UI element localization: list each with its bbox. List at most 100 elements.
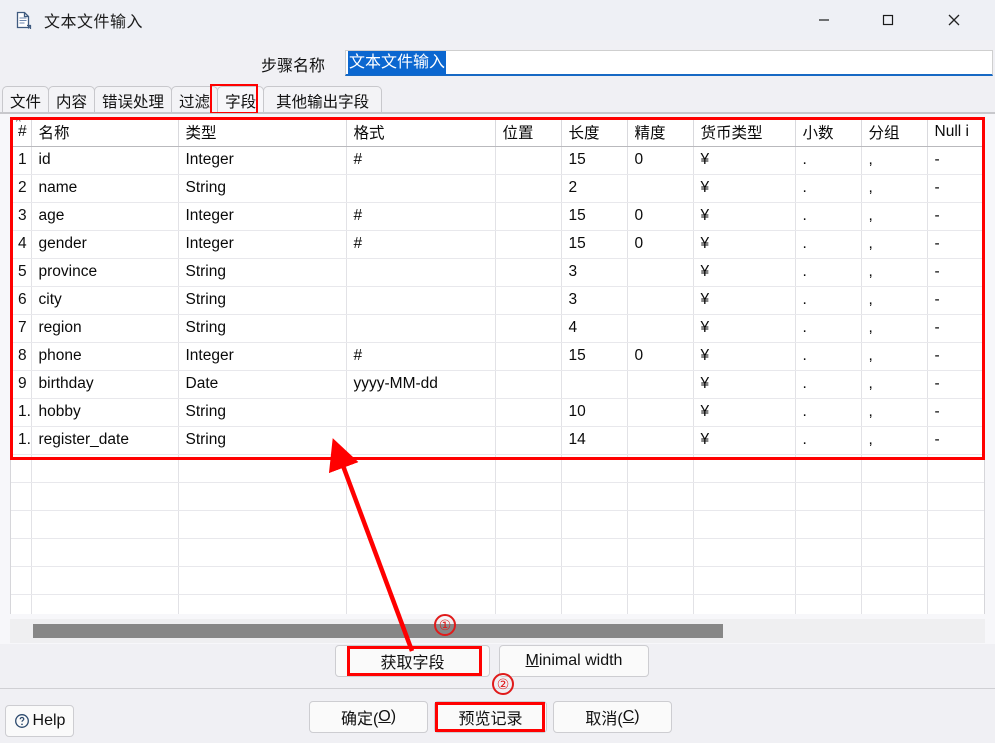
fields-table-container[interactable]: ^ # 名称 类型 格式 位置 长度 精度 货币类型 小数 分组 Null i <box>10 119 985 614</box>
field-null-if-empty[interactable] <box>927 566 984 595</box>
tab-filter[interactable]: 过滤 <box>171 86 219 114</box>
column-header-name[interactable]: 名称 <box>31 119 179 147</box>
field-length[interactable]: 15 <box>561 146 628 175</box>
field-position[interactable] <box>495 146 562 175</box>
field-format[interactable] <box>346 258 496 287</box>
field-group[interactable]: , <box>861 314 928 343</box>
field-format[interactable]: # <box>346 342 496 371</box>
field-format[interactable] <box>346 398 496 427</box>
field-type[interactable]: Integer <box>178 230 347 259</box>
field-decimal[interactable]: . <box>795 314 862 343</box>
table-row[interactable]: 1. register_date String 14 ¥., - <box>11 426 984 455</box>
field-currency-empty[interactable] <box>693 482 796 511</box>
row-index[interactable]: 8 <box>11 342 32 371</box>
column-header-length[interactable]: 长度 <box>561 119 628 147</box>
field-name[interactable]: id <box>31 146 179 175</box>
field-currency[interactable]: ¥ <box>693 370 796 399</box>
field-precision-empty[interactable] <box>627 454 694 483</box>
field-length-empty[interactable] <box>561 538 628 567</box>
field-group[interactable]: , <box>861 202 928 231</box>
field-null-if[interactable]: - <box>927 286 984 315</box>
table-row[interactable]: 2 name String 2 ¥., - <box>11 174 984 203</box>
column-header-null-if[interactable]: Null i <box>927 119 984 147</box>
field-decimal[interactable]: . <box>795 202 862 231</box>
field-null-if[interactable]: - <box>927 426 984 455</box>
field-group-empty[interactable] <box>861 538 928 567</box>
field-length[interactable]: 4 <box>561 314 628 343</box>
row-index-empty[interactable] <box>11 510 32 539</box>
field-group-empty[interactable] <box>861 566 928 595</box>
cancel-button[interactable]: 取消(C) <box>553 701 672 733</box>
field-type[interactable]: String <box>178 398 347 427</box>
field-type-empty[interactable] <box>178 594 347 614</box>
field-name-empty[interactable] <box>31 482 179 511</box>
table-row[interactable]: 9 birthday Date yyyy-MM-dd ¥., - <box>11 370 984 399</box>
row-index[interactable]: 6 <box>11 286 32 315</box>
field-format-empty[interactable] <box>346 510 496 539</box>
field-length-empty[interactable] <box>561 594 628 614</box>
field-position[interactable] <box>495 174 562 203</box>
field-name[interactable]: phone <box>31 342 179 371</box>
field-position[interactable] <box>495 258 562 287</box>
field-currency[interactable]: ¥ <box>693 258 796 287</box>
field-precision[interactable] <box>627 370 694 399</box>
field-decimal-empty[interactable] <box>795 454 862 483</box>
row-index[interactable]: 5 <box>11 258 32 287</box>
field-length[interactable]: 15 <box>561 230 628 259</box>
field-decimal[interactable]: . <box>795 258 862 287</box>
field-decimal[interactable]: . <box>795 342 862 371</box>
field-decimal[interactable]: . <box>795 146 862 175</box>
field-precision[interactable] <box>627 426 694 455</box>
row-index-empty[interactable] <box>11 594 32 614</box>
field-position[interactable] <box>495 202 562 231</box>
column-header-type[interactable]: 类型 <box>178 119 347 147</box>
field-name[interactable]: city <box>31 286 179 315</box>
row-index[interactable]: 9 <box>11 370 32 399</box>
field-format-empty[interactable] <box>346 538 496 567</box>
row-index[interactable]: 7 <box>11 314 32 343</box>
field-name-empty[interactable] <box>31 594 179 614</box>
field-length-empty[interactable] <box>561 510 628 539</box>
field-type[interactable]: String <box>178 286 347 315</box>
field-name-empty[interactable] <box>31 538 179 567</box>
row-index-empty[interactable] <box>11 538 32 567</box>
horizontal-scrollbar-thumb[interactable] <box>33 624 723 638</box>
table-row[interactable]: 1. hobby String 10 ¥., - <box>11 398 984 427</box>
field-format[interactable]: yyyy-MM-dd <box>346 370 496 399</box>
column-header-decimal[interactable]: 小数 <box>795 119 862 147</box>
field-length[interactable] <box>561 370 628 399</box>
field-precision[interactable] <box>627 286 694 315</box>
field-currency[interactable]: ¥ <box>693 230 796 259</box>
field-position-empty[interactable] <box>495 538 562 567</box>
field-null-if[interactable]: - <box>927 258 984 287</box>
field-position[interactable] <box>495 398 562 427</box>
field-decimal-empty[interactable] <box>795 482 862 511</box>
field-precision[interactable]: 0 <box>627 230 694 259</box>
field-length[interactable]: 3 <box>561 258 628 287</box>
field-type[interactable]: String <box>178 174 347 203</box>
table-row-empty[interactable] <box>11 510 984 539</box>
field-null-if-empty[interactable] <box>927 454 984 483</box>
field-currency-empty[interactable] <box>693 538 796 567</box>
table-row[interactable]: 3 age Integer #15 0 ¥., - <box>11 202 984 231</box>
field-precision-empty[interactable] <box>627 538 694 567</box>
field-group[interactable]: , <box>861 370 928 399</box>
field-currency-empty[interactable] <box>693 454 796 483</box>
field-null-if[interactable]: - <box>927 174 984 203</box>
field-group[interactable]: , <box>861 174 928 203</box>
column-header-precision[interactable]: 精度 <box>627 119 694 147</box>
tab-error-handling[interactable]: 错误处理 <box>94 86 173 114</box>
field-type[interactable]: Integer <box>178 342 347 371</box>
field-format[interactable] <box>346 314 496 343</box>
field-length[interactable]: 15 <box>561 342 628 371</box>
field-null-if[interactable]: - <box>927 370 984 399</box>
field-length-empty[interactable] <box>561 454 628 483</box>
field-decimal-empty[interactable] <box>795 510 862 539</box>
field-decimal[interactable]: . <box>795 286 862 315</box>
field-position-empty[interactable] <box>495 510 562 539</box>
field-position[interactable] <box>495 230 562 259</box>
field-null-if[interactable]: - <box>927 398 984 427</box>
field-length[interactable]: 14 <box>561 426 628 455</box>
field-decimal[interactable]: . <box>795 426 862 455</box>
field-currency[interactable]: ¥ <box>693 146 796 175</box>
